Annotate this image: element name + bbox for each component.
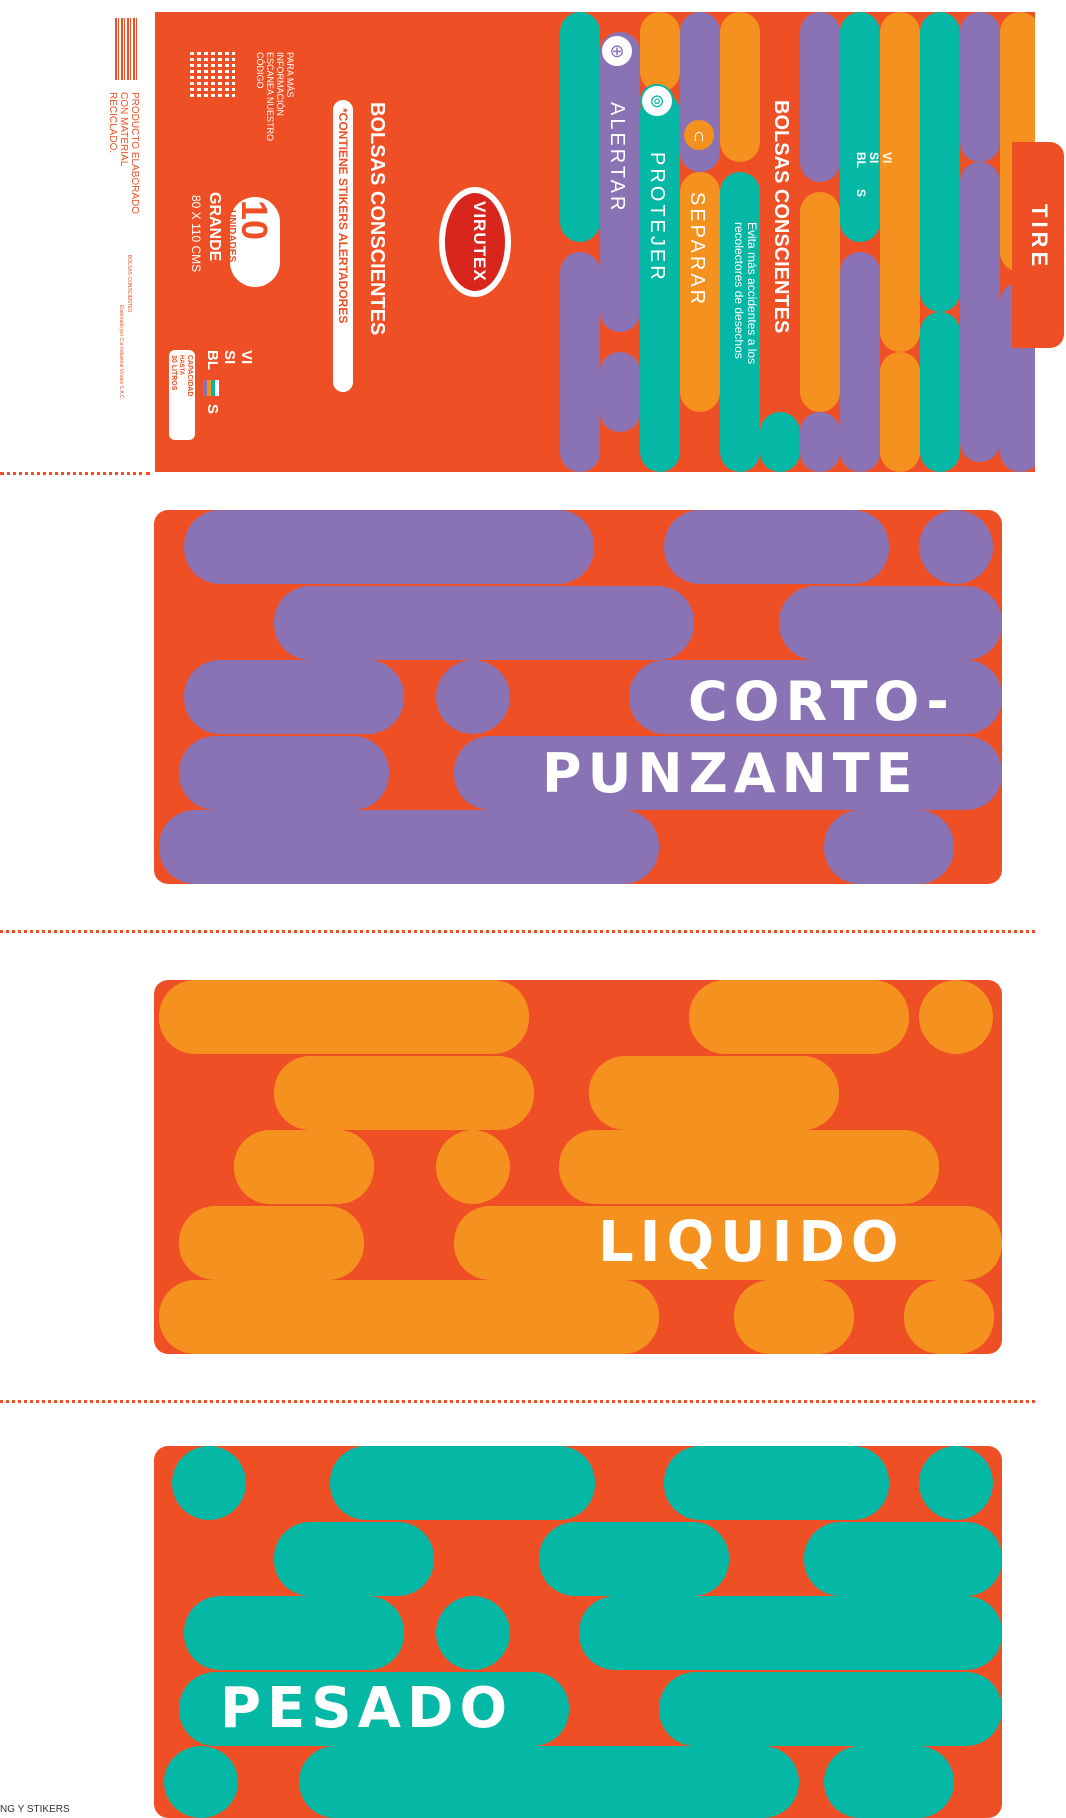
units-label: UNIDADES bbox=[226, 210, 237, 263]
size-label: GRANDE bbox=[206, 192, 223, 262]
footer-label: NG Y STIKERS bbox=[0, 1804, 70, 1815]
package-back: ⊕ ⊚ ∩ ALERTAR PROTEJER SEPARAR Evita más… bbox=[560, 12, 1035, 472]
pill-icon-alertar: ⊕ bbox=[600, 34, 634, 68]
visibles-1: VI bbox=[238, 350, 255, 365]
sticker-1-line-1: CORTO- bbox=[688, 670, 955, 733]
back-visibles-4: S bbox=[854, 189, 868, 198]
action-separar: SEPARAR bbox=[686, 192, 708, 308]
action-proteger: PROTEJER bbox=[646, 152, 668, 283]
back-tagline: Evita más accidentes a los recolectores … bbox=[732, 222, 759, 365]
sticker-pesado: PESADO bbox=[154, 1446, 1002, 1818]
barcode bbox=[115, 18, 139, 80]
back-title: BOLSAS CONSCIENTES bbox=[770, 100, 792, 334]
capacity-value: 30 LITROS bbox=[170, 355, 177, 391]
side-small-info-1: BOLSAS CONSCIENTES bbox=[126, 255, 132, 313]
capacity-sub: HASTA bbox=[178, 355, 184, 376]
cut-line-3 bbox=[0, 1400, 1035, 1403]
visibles-2: SI bbox=[221, 350, 238, 365]
sticker-2-line-1: LIQUIDO bbox=[598, 1210, 905, 1275]
sticker-liquido: LIQUIDO bbox=[154, 980, 1002, 1354]
cut-line-2 bbox=[0, 930, 1035, 933]
visibles-bars-icon bbox=[203, 380, 219, 396]
tear-tab-label: TIRE bbox=[1027, 204, 1052, 271]
package-front: PARA MÁS INFORMACIÓN ESCANEA NUESTRO CÓD… bbox=[155, 12, 560, 472]
visibles-4: S bbox=[204, 404, 221, 415]
back-visibles-2: SI bbox=[867, 152, 881, 164]
pill-icon-proteger: ⊚ bbox=[640, 84, 674, 118]
capacity-label: CAPACIDAD bbox=[186, 355, 193, 397]
tear-tab[interactable]: TIRE bbox=[1012, 142, 1064, 348]
cut-line-1 bbox=[0, 472, 150, 475]
qr-code bbox=[187, 52, 235, 100]
front-title: BOLSAS CONSCIENTES bbox=[366, 102, 388, 336]
size-dims: 80 X 110 CMS bbox=[189, 195, 203, 273]
front-subtitle: *CONTIENE STIKERS ALERTADORES bbox=[336, 108, 350, 324]
action-alertar: ALERTAR bbox=[606, 102, 628, 214]
back-visibles-3: BL bbox=[854, 152, 868, 168]
brand-name: VIRUTEX bbox=[470, 201, 489, 282]
product-note: PRODUCTO ELABORADO CON MATERIAL RECICLAD… bbox=[107, 92, 140, 215]
sticker-corto-punzante: CORTO- PUNZANTE bbox=[154, 510, 1002, 884]
visibles-3: BL bbox=[204, 350, 221, 370]
qr-note: PARA MÁS INFORMACIÓN ESCANEA NUESTRO CÓD… bbox=[255, 52, 295, 142]
back-visibles-1: VI bbox=[880, 152, 894, 164]
units-number: 10 bbox=[234, 200, 275, 241]
brand-logo: VIRUTEX bbox=[439, 187, 511, 297]
sticker-1-line-2: PUNZANTE bbox=[542, 742, 919, 805]
sticker-3-line-1: PESADO bbox=[220, 1676, 514, 1741]
pill-icon-separar: ∩ bbox=[684, 120, 714, 150]
side-small-info-2: Elaborado por Cía Industrial Virutex S.A… bbox=[118, 305, 124, 400]
package-side-panel: PRODUCTO ELABORADO CON MATERIAL RECICLAD… bbox=[0, 0, 155, 470]
